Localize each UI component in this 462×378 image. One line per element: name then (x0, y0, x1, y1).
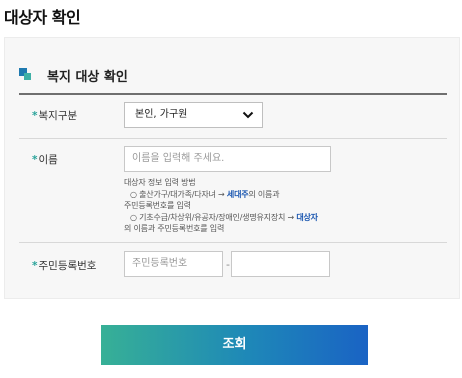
required-marker: * (32, 260, 38, 272)
welfare-type-select[interactable]: 본인, 가구원 (124, 102, 263, 128)
section-divider (19, 93, 447, 95)
section-title: 복지 대상 확인 (47, 70, 128, 85)
row-divider (19, 242, 447, 243)
required-marker: * (32, 110, 38, 122)
search-button[interactable]: 조회 (101, 325, 368, 365)
name-label: *이름 (32, 154, 58, 166)
rrn-front-input[interactable]: 주민등록번호 (124, 251, 223, 277)
help-item-2-line2: 의 이름과 주민등록번호를 입력 (124, 224, 225, 233)
required-marker: * (32, 154, 38, 166)
help-item-1: ○ 출산가구/대가족/다자녀 → 세대주의 이름과 (130, 189, 280, 199)
help-item-1-line2: 주민등록번호를 입력 (124, 201, 191, 210)
section-bullet-icon (19, 68, 31, 80)
name-input[interactable]: 이름을 입력해 주세요. (124, 146, 331, 172)
name-help-text: 대상자 정보 입력 방법 ○ 출산가구/대가족/다자녀 → 세대주의 이름과 주… (124, 177, 344, 235)
page-title: 대상자 확인 (4, 8, 81, 27)
row-divider (19, 138, 447, 139)
help-item-2: ○ 기초수급/차상위/유공자/장애인/생명유지장치 → 대상자 (130, 212, 318, 222)
rrn-label: *주민등록번호 (32, 260, 97, 272)
rrn-back-input[interactable] (231, 251, 330, 277)
rrn-separator: - (226, 258, 230, 271)
welfare-type-label: *복지구분 (32, 110, 78, 122)
help-heading: 대상자 정보 입력 방법 (124, 178, 196, 187)
chevron-down-icon (242, 111, 254, 119)
welfare-type-selected-value: 본인, 가구원 (135, 109, 188, 120)
